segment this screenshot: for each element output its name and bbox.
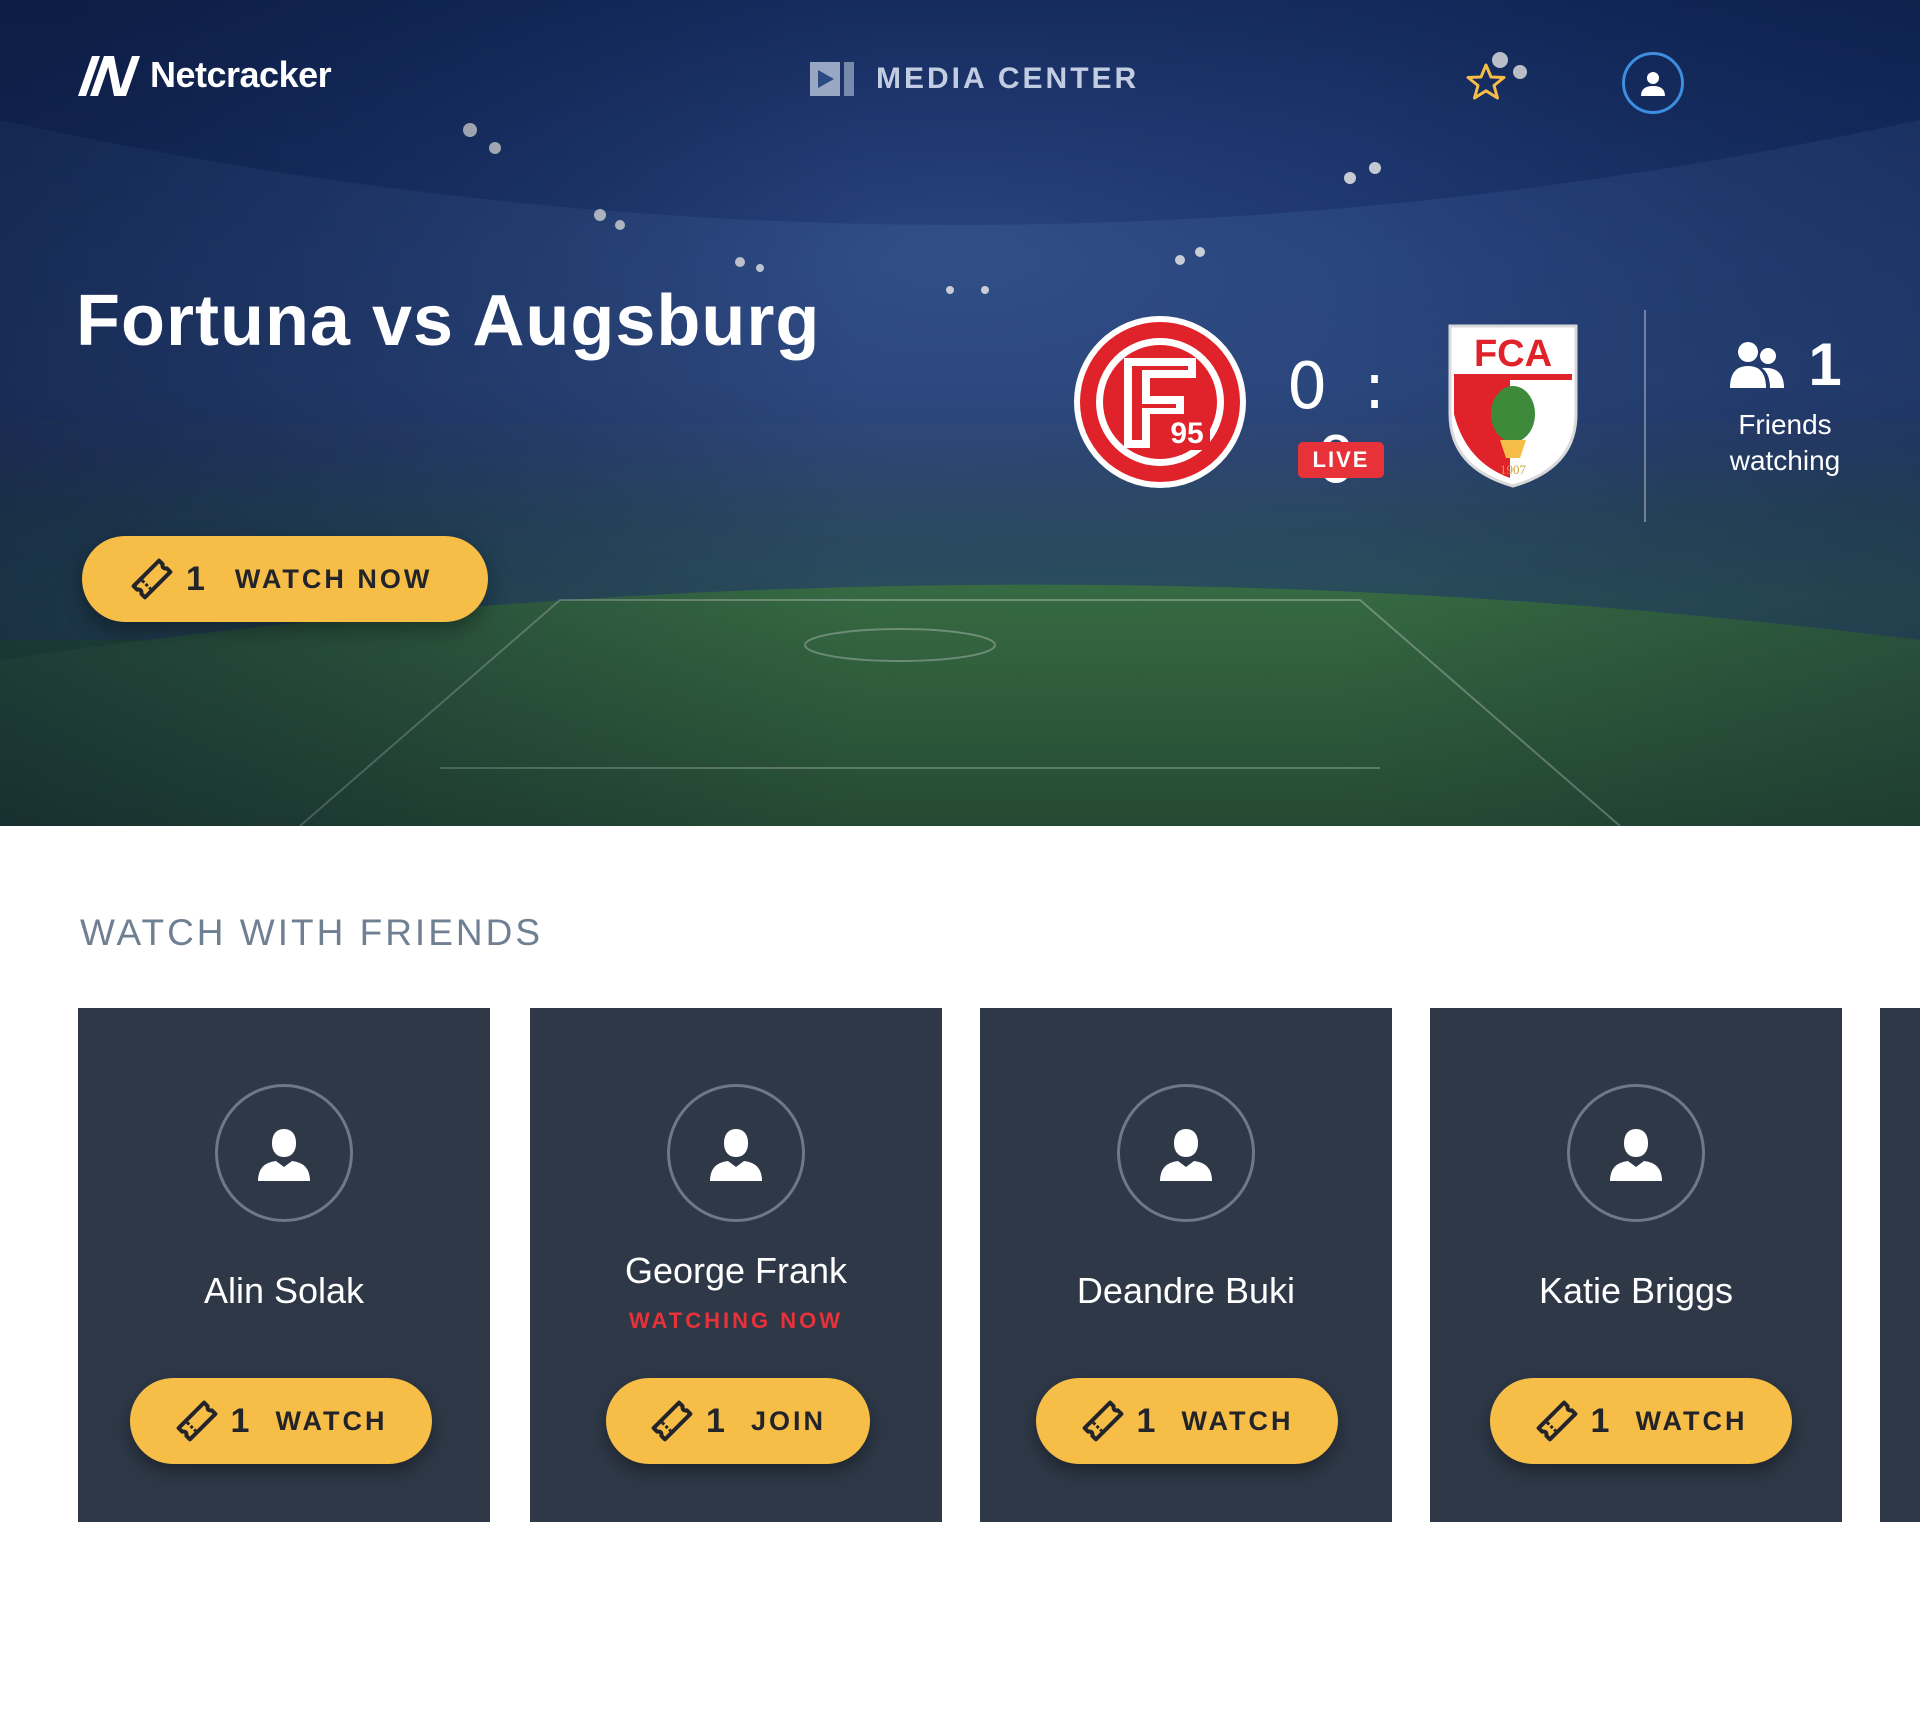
user-icon bbox=[1641, 72, 1665, 96]
friend-name: George Frank bbox=[624, 1250, 848, 1291]
fca-logo-text: FCA bbox=[1474, 333, 1552, 375]
friend-card-partial[interactable] bbox=[1880, 1008, 1920, 1522]
watch-button[interactable]: 1 WATCH bbox=[1490, 1378, 1792, 1464]
avatar bbox=[1117, 1084, 1255, 1222]
watch-now-button[interactable]: 1 WATCH NOW bbox=[82, 536, 488, 622]
friend-name: Deandre Buki bbox=[1076, 1270, 1296, 1311]
watch-with-friends-title: WATCH WITH FRIENDS bbox=[80, 912, 544, 953]
user-icon bbox=[258, 1129, 310, 1181]
ticket-icon bbox=[131, 558, 173, 600]
watch-label: WATCH bbox=[1181, 1405, 1294, 1436]
join-count: 1 bbox=[706, 1401, 725, 1440]
watch-count: 1 bbox=[1590, 1401, 1610, 1440]
favorite-button[interactable] bbox=[1466, 62, 1506, 102]
brand-logo[interactable]: Netcracker bbox=[76, 52, 332, 98]
ticket-icon bbox=[651, 1400, 693, 1442]
watch-button[interactable]: 1 WATCH bbox=[130, 1378, 432, 1464]
watching-now-status: WATCHING NOW bbox=[628, 1308, 843, 1333]
friends-watching-label-2: watching bbox=[1729, 445, 1841, 476]
friend-name: Katie Briggs bbox=[1538, 1270, 1734, 1311]
ticket-icon bbox=[1536, 1400, 1577, 1442]
watch-button[interactable]: 1 WATCH bbox=[1036, 1378, 1338, 1464]
fortuna-team-logo: 95 bbox=[1074, 316, 1246, 488]
user-icon bbox=[1610, 1129, 1662, 1181]
media-center-link[interactable]: MEDIA CENTER bbox=[808, 58, 1139, 100]
friend-card: George Frank WATCHING NOW 1 JOIN bbox=[530, 1008, 942, 1522]
top-navigation: Netcracker MEDIA CENTER bbox=[0, 0, 1920, 160]
friends-watching-label-1: Friends bbox=[1738, 409, 1832, 440]
video-play-icon bbox=[810, 62, 854, 96]
brand-name: Netcracker bbox=[150, 54, 332, 95]
user-icon bbox=[1160, 1129, 1212, 1181]
augsburg-team-logo: FCA 1907 bbox=[1448, 324, 1578, 488]
watch-count: 1 bbox=[230, 1401, 250, 1440]
friend-card: Deandre Buki 1 WATCH bbox=[980, 1008, 1392, 1522]
friend-card: Alin Solak 1 WATCH bbox=[78, 1008, 490, 1522]
ticket-icon bbox=[176, 1400, 217, 1442]
media-center-label: MEDIA CENTER bbox=[876, 62, 1140, 95]
fortuna-logo-number: 95 bbox=[1170, 417, 1203, 450]
watch-label: WATCH bbox=[275, 1405, 388, 1436]
avatar bbox=[215, 1084, 353, 1222]
star-icon bbox=[1466, 63, 1506, 100]
friend-name: Alin Solak bbox=[203, 1270, 365, 1311]
live-badge: LIVE bbox=[1298, 442, 1384, 478]
watch-count: 1 bbox=[1136, 1401, 1156, 1440]
ticket-icon bbox=[1082, 1400, 1123, 1442]
friend-card: Katie Briggs 1 WATCH bbox=[1430, 1008, 1842, 1522]
friends-icon bbox=[1730, 341, 1785, 388]
friends-watching-indicator: 1 Friends watching bbox=[1700, 330, 1870, 479]
watch-now-count: 1 bbox=[186, 559, 205, 598]
avatar bbox=[667, 1084, 805, 1222]
join-button[interactable]: 1 JOIN bbox=[606, 1378, 870, 1464]
user-icon bbox=[710, 1129, 762, 1181]
avatar bbox=[1567, 1084, 1705, 1222]
join-label: JOIN bbox=[750, 1405, 826, 1436]
watch-label: WATCH bbox=[1635, 1405, 1748, 1436]
profile-button[interactable] bbox=[1622, 52, 1684, 114]
fca-logo-year: 1907 bbox=[1500, 462, 1527, 477]
netcracker-logo-icon bbox=[78, 56, 140, 96]
friends-watching-count: 1 bbox=[1808, 331, 1842, 398]
hero-banner: Netcracker MEDIA CENTER Fortuna vs Augsb… bbox=[0, 0, 1920, 826]
match-title: Fortuna vs Augsburg bbox=[76, 281, 821, 361]
hero-divider bbox=[1644, 310, 1646, 522]
watch-now-label: WATCH NOW bbox=[234, 563, 433, 594]
